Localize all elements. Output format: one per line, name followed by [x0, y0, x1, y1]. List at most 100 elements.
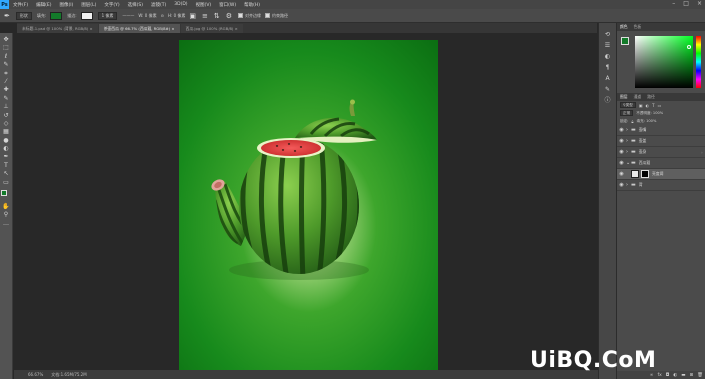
gear-icon[interactable]: ⚙: [226, 12, 232, 20]
adjustment-icon[interactable]: ◐: [673, 373, 677, 378]
layer-mask-thumbnail[interactable]: [641, 170, 649, 178]
width-field[interactable]: W: 0 像素: [138, 13, 156, 19]
menu-help[interactable]: 帮助(H): [244, 2, 260, 8]
eyedropper-icon[interactable]: ⁄: [5, 78, 6, 86]
tab-color[interactable]: 颜色: [620, 24, 628, 30]
brush-settings-icon[interactable]: ✎: [605, 84, 610, 95]
folder-icon[interactable]: ▬: [681, 373, 685, 378]
trash-icon[interactable]: 🗑︎: [697, 373, 703, 378]
brush-icon[interactable]: ✎: [3, 95, 8, 103]
stroke-style-icon[interactable]: ———: [122, 13, 134, 18]
layer-row[interactable]: ◉ › ▬ 壶身 ◦: [617, 147, 705, 158]
history-brush-icon[interactable]: ↺: [3, 112, 8, 120]
color-picker-handle[interactable]: [687, 45, 691, 49]
healing-icon[interactable]: ✚: [3, 86, 8, 94]
foreground-color[interactable]: [1, 190, 7, 197]
path-select-icon[interactable]: ↖: [3, 170, 8, 178]
tab-document-1[interactable]: 未标题-1.psd @ 100% (背景, RGB/8) ×: [17, 24, 98, 33]
color-swatches[interactable]: [1, 190, 11, 200]
tab-paths[interactable]: 路径: [647, 94, 655, 100]
paragraph-icon[interactable]: ¶: [606, 62, 610, 73]
eye-icon[interactable]: ◉: [617, 127, 626, 133]
layer-row-selected[interactable]: ◉ 亮度阈: [617, 169, 705, 180]
eye-icon[interactable]: ◉: [617, 171, 626, 177]
tab-document-3[interactable]: 西瓜.jpg @ 100% (RGB/8) ×: [180, 24, 243, 33]
layer-row[interactable]: ◉ › ▬ 背: [617, 180, 705, 191]
dodge-icon[interactable]: ◐: [3, 145, 8, 153]
character-icon[interactable]: A: [605, 73, 609, 84]
gradient-icon[interactable]: ▦: [3, 128, 9, 136]
document-canvas[interactable]: [179, 40, 438, 371]
filter-adjust-icon[interactable]: ◐: [646, 103, 650, 108]
link-icon[interactable]: ∞: [650, 373, 654, 378]
color-field[interactable]: [635, 36, 693, 88]
mask-icon[interactable]: ◘: [666, 373, 670, 378]
constrain-path-checkbox[interactable]: [265, 13, 271, 18]
blend-mode-select[interactable]: 正常: [620, 110, 634, 116]
menu-view[interactable]: 视图(V): [196, 2, 212, 8]
filter-pixel-icon[interactable]: ▣: [639, 103, 643, 108]
hue-slider[interactable]: [696, 36, 701, 88]
stamp-icon[interactable]: ⊥: [3, 103, 8, 111]
eye-icon[interactable]: ◉: [617, 182, 626, 188]
link-icon[interactable]: ⊝: [161, 13, 164, 18]
lock-icon[interactable]: 🔒︎: [631, 119, 633, 124]
stroke-swatch[interactable]: [80, 11, 93, 20]
maximize-button[interactable]: □: [683, 0, 689, 7]
new-layer-icon[interactable]: ⊞: [690, 373, 694, 378]
hand-icon[interactable]: ✋: [2, 203, 9, 211]
stroke-width-field[interactable]: 1 像素: [97, 11, 118, 20]
type-icon[interactable]: T: [4, 162, 8, 170]
eye-icon[interactable]: ◉: [617, 149, 626, 155]
menu-type[interactable]: 文字(Y): [104, 2, 119, 8]
foreground-color-swatch[interactable]: [621, 37, 629, 45]
zoom-level[interactable]: 66.67%: [28, 372, 43, 377]
adjust-icon[interactable]: ◐: [605, 51, 610, 62]
menu-edit[interactable]: 编辑(E): [36, 2, 51, 8]
tab-swatches[interactable]: 色板: [634, 24, 642, 30]
layer-row[interactable]: ◉ ⌄ ▬ 西瓜瓤: [617, 158, 705, 169]
height-field[interactable]: H: 0 像素: [168, 13, 185, 19]
path-arrange-icon[interactable]: ⇅: [214, 12, 220, 20]
fill-swatch[interactable]: [50, 11, 63, 20]
fx-icon[interactable]: fx: [657, 373, 661, 378]
zoom-icon[interactable]: ⚲: [4, 211, 8, 219]
align-edges-checkbox[interactable]: [238, 13, 244, 18]
quick-select-icon[interactable]: ✎: [3, 61, 8, 69]
menu-file[interactable]: 文件(F): [13, 2, 28, 8]
crop-icon[interactable]: ⌗: [4, 70, 7, 78]
menu-filter[interactable]: 滤镜(T): [151, 2, 166, 8]
move-icon[interactable]: ✥: [3, 36, 8, 44]
tab-layers[interactable]: 图层: [620, 94, 628, 100]
pen-icon[interactable]: ✒: [4, 12, 10, 20]
filter-type-icon[interactable]: T: [652, 103, 654, 108]
eye-icon[interactable]: ◉: [617, 138, 626, 144]
tool-mode-select[interactable]: 形状: [15, 11, 32, 20]
eye-icon[interactable]: ◉: [617, 160, 626, 166]
menu-select[interactable]: 选择(S): [128, 2, 143, 8]
menu-image[interactable]: 图像(I): [59, 2, 73, 8]
eraser-icon[interactable]: ◇: [4, 120, 9, 128]
tab-channels[interactable]: 通道: [634, 94, 642, 100]
menu-3d[interactable]: 3D(D): [174, 2, 187, 7]
layer-row[interactable]: ◉ › ▬ 壶盖: [617, 136, 705, 147]
layer-kind-select[interactable]: ⚲ 类型: [620, 102, 636, 108]
minimize-button[interactable]: –: [672, 0, 675, 7]
menu-layer[interactable]: 图层(L): [81, 2, 96, 8]
pen-icon[interactable]: ✒: [3, 153, 8, 161]
lasso-icon[interactable]: ℓ: [5, 53, 7, 61]
tab-document-2[interactable]: 茶壶西瓜 @ 66.7% (西瓜瓤, RGB/8#) ×: [98, 24, 180, 33]
marquee-icon[interactable]: ⬚: [3, 44, 9, 52]
close-window-button[interactable]: ×: [697, 0, 702, 7]
layer-row[interactable]: ◉ › ▬ 壶嘴: [617, 125, 705, 136]
shape-icon[interactable]: ▭: [3, 179, 9, 187]
path-align-icon[interactable]: ≡: [202, 12, 208, 20]
opacity-field[interactable]: 不透明度: 100%: [636, 111, 663, 116]
filter-shape-icon[interactable]: ▭: [658, 103, 662, 108]
properties-icon[interactable]: ☰: [605, 40, 610, 51]
more-icon[interactable]: …: [3, 220, 9, 228]
fill-field[interactable]: 填充: 100%: [637, 119, 657, 124]
history-icon[interactable]: ⟲: [605, 29, 610, 40]
info-icon[interactable]: ⓘ: [604, 95, 610, 106]
path-ops-icon[interactable]: ▣: [189, 12, 196, 20]
